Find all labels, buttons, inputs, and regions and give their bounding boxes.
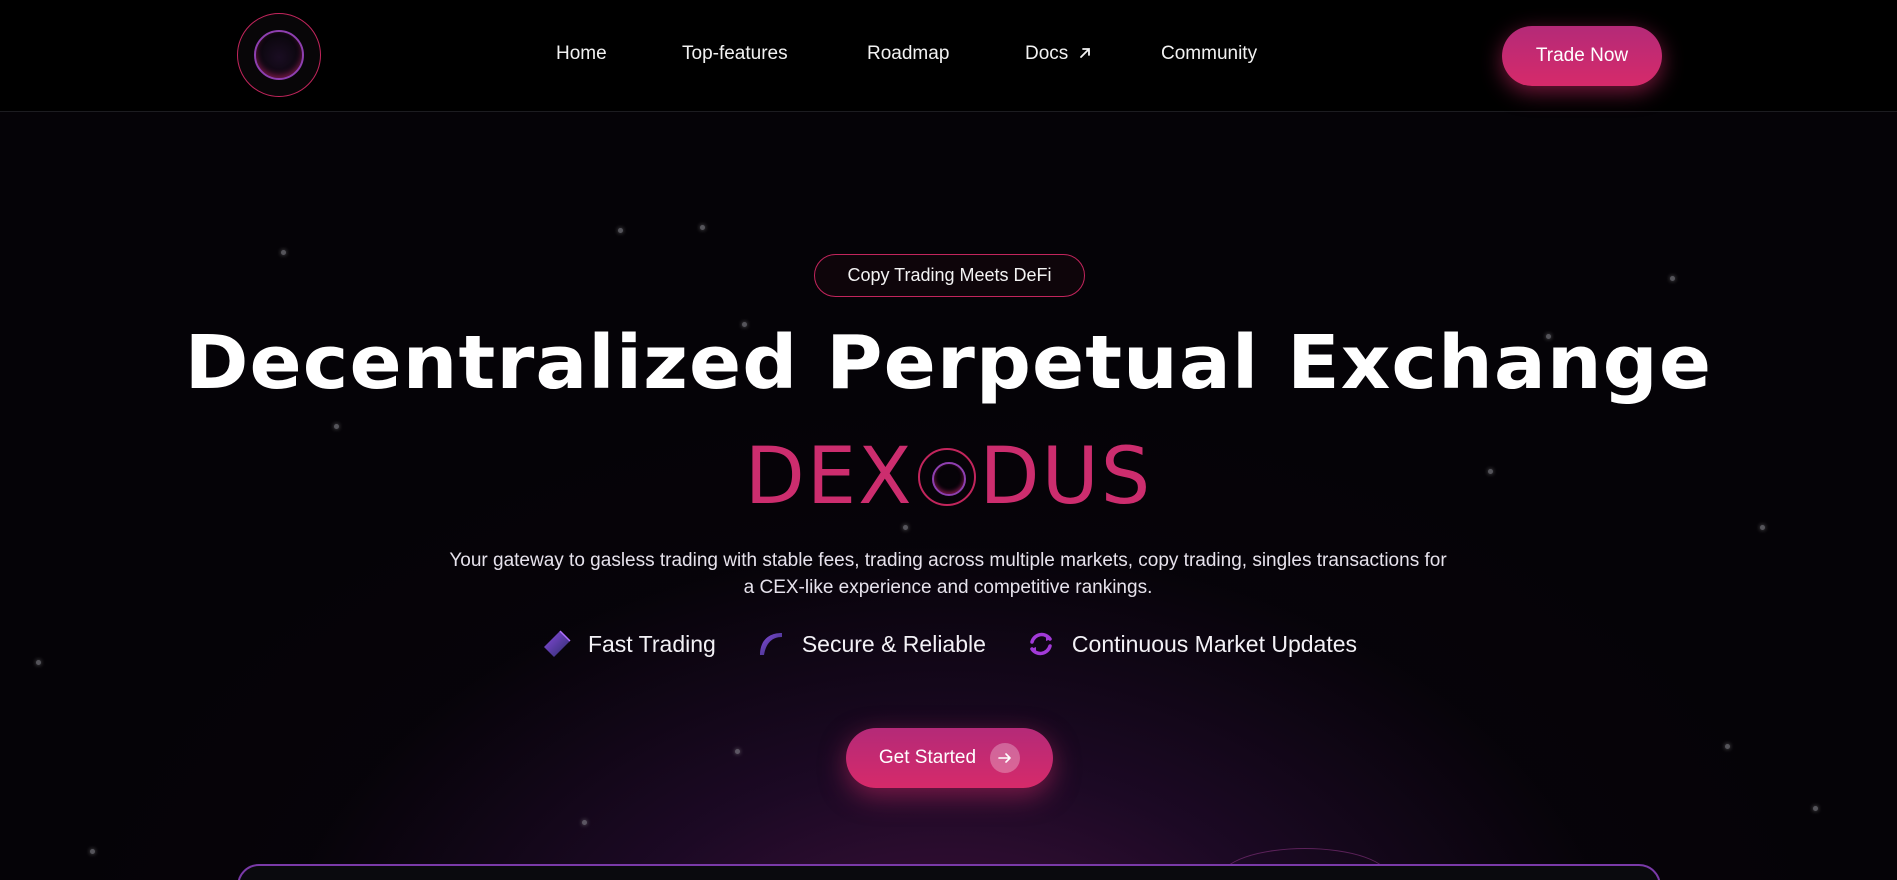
brand-text-right: DUS	[979, 432, 1153, 522]
star-dot	[903, 525, 908, 530]
nav-link-top-features[interactable]: Top-features	[682, 43, 788, 65]
star-dot	[618, 228, 623, 233]
star-dot	[735, 749, 740, 754]
trade-now-button[interactable]: Trade Now	[1502, 26, 1662, 86]
feature-label: Secure & Reliable	[801, 630, 986, 657]
nav-link-roadmap[interactable]: Roadmap	[867, 43, 949, 65]
star-dot	[90, 849, 95, 854]
star-dot	[1760, 525, 1765, 530]
star-dot	[1670, 276, 1675, 281]
feature-list: Fast Trading Secure & Reliable Continuou…	[0, 626, 1897, 662]
arrow-up-right-icon	[1079, 48, 1090, 58]
feature-item: Secure & Reliable	[754, 627, 986, 661]
hero-description: Your gateway to gasless trading with sta…	[449, 550, 1447, 598]
feature-item: Continuous Market Updates	[1024, 627, 1357, 661]
star-dot	[281, 250, 286, 255]
feature-label: Continuous Market Updates	[1071, 630, 1358, 657]
diamond-icon	[540, 627, 574, 661]
hero-headline: Decentralized Perpetual Exchange	[0, 320, 1897, 406]
arrow-right-icon	[990, 743, 1021, 773]
star-dot	[334, 424, 339, 429]
star-dot	[1725, 744, 1730, 749]
top-navbar: Home Top-features Roadmap Docs Community…	[0, 0, 1897, 112]
feature-label: Fast Trading	[587, 630, 716, 657]
star-dot	[700, 225, 705, 230]
get-started-label: Get Started	[878, 747, 977, 768]
nav-link-home[interactable]: Home	[556, 43, 607, 65]
nav-link-community[interactable]: Community	[1161, 43, 1257, 65]
get-started-button[interactable]: Get Started	[846, 728, 1053, 788]
star-dot	[1813, 806, 1818, 811]
nav-link-docs[interactable]: Docs	[1025, 43, 1092, 65]
refresh-icon	[1024, 627, 1058, 661]
hero-headline-text: Decentralized Perpetual Exchange	[184, 320, 1713, 406]
star-dot	[582, 820, 587, 825]
leaf-icon	[754, 627, 788, 661]
brand-text-left: DEX	[744, 432, 914, 522]
brand-wordmark: DEX DUS	[0, 432, 1897, 522]
feature-item: Fast Trading	[540, 627, 716, 661]
brand-o-logo-icon	[917, 448, 976, 506]
nav-link-docs-label: Docs	[1025, 43, 1069, 64]
app-preview-frame	[237, 864, 1661, 880]
hero-badge: Copy Trading Meets DeFi	[814, 254, 1085, 297]
